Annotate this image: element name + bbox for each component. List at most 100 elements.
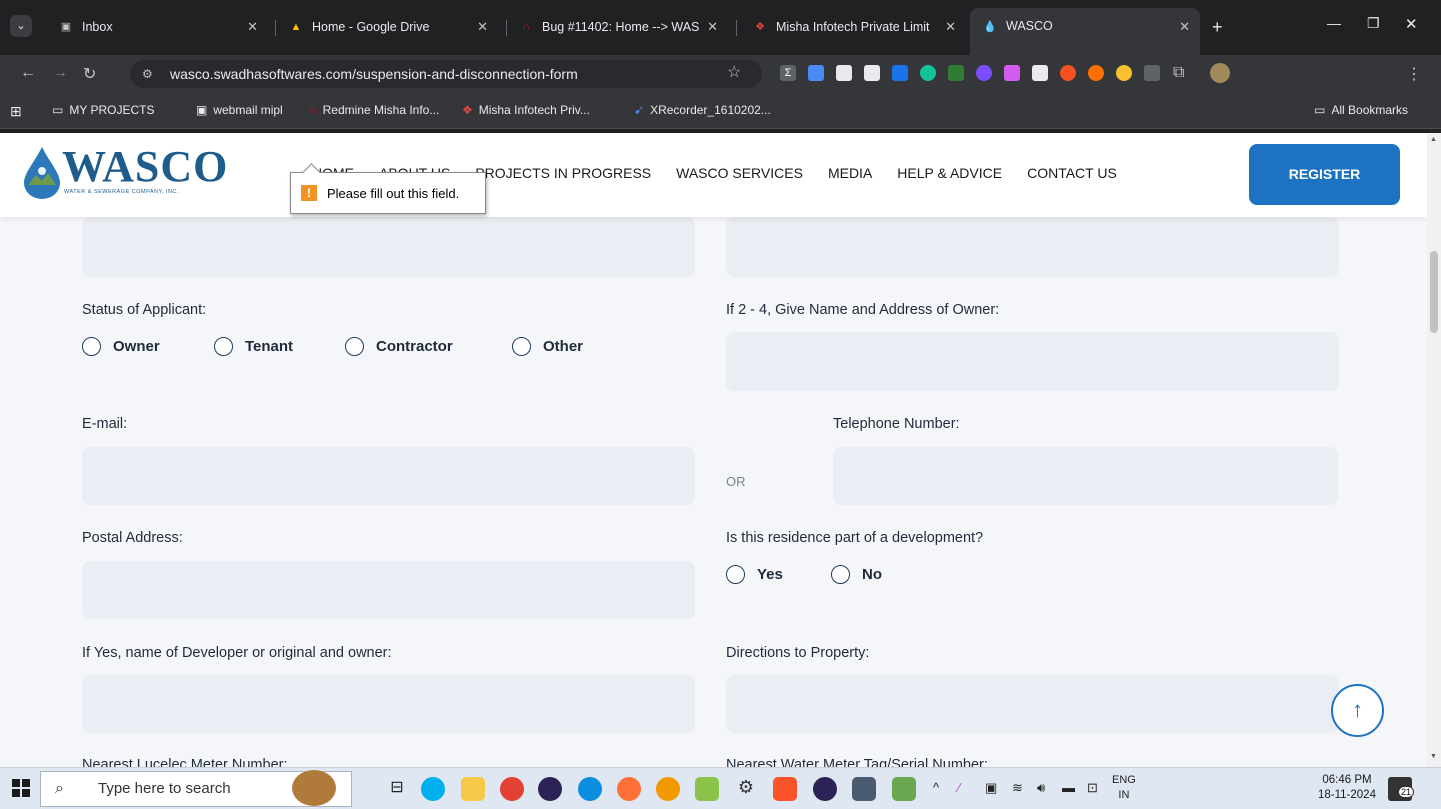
scroll-down-arrow-icon[interactable]: ▼: [1430, 753, 1437, 760]
radio-circle[interactable]: [831, 565, 850, 584]
bookmark-webmail[interactable]: ▣ webmail mipl: [196, 103, 283, 117]
scroll-to-top-button[interactable]: ↑: [1331, 684, 1384, 737]
brave-icon[interactable]: [773, 777, 797, 801]
file-explorer-icon[interactable]: [461, 777, 485, 801]
task-view-icon[interactable]: ⊟: [385, 777, 409, 801]
skype-icon[interactable]: [421, 777, 445, 801]
translate-extension-icon[interactable]: [808, 65, 824, 81]
reload-icon[interactable]: ↻: [83, 64, 96, 84]
radio-contractor[interactable]: Contractor: [345, 337, 453, 356]
scrollbar-thumb[interactable]: [1430, 251, 1438, 333]
phone-field[interactable]: [833, 447, 1338, 505]
menu-kebab-icon[interactable]: ⋮: [1406, 64, 1422, 84]
swirl-extension-icon[interactable]: [1060, 65, 1076, 81]
eclipse-icon[interactable]: [538, 777, 562, 801]
apps-grid-icon[interactable]: ⊞: [10, 103, 22, 120]
owner-field[interactable]: [726, 332, 1339, 391]
scroll-up-arrow-icon[interactable]: ▲: [1430, 136, 1437, 143]
f-extension-icon[interactable]: [892, 65, 908, 81]
tray-app-icon[interactable]: ▣: [985, 780, 997, 796]
volume-icon[interactable]: 🔊︎: [1037, 780, 1045, 796]
notification-center-button[interactable]: 21: [1388, 777, 1415, 801]
food-bowl-icon[interactable]: [292, 770, 336, 806]
battery-icon[interactable]: ▬: [1062, 780, 1075, 795]
directions-field[interactable]: [726, 675, 1339, 733]
n-extension-icon[interactable]: [948, 65, 964, 81]
radio-owner[interactable]: Owner: [82, 337, 160, 356]
restore-button[interactable]: ❐: [1367, 15, 1380, 32]
postal-field[interactable]: [82, 561, 695, 619]
screen-extension-icon[interactable]: [836, 65, 852, 81]
tab-bug[interactable]: ∩ Bug #11402: Home --> WAS ✕: [518, 11, 728, 43]
show-hidden-icons[interactable]: ^: [933, 780, 939, 795]
tab-wasco[interactable]: 💧 WASCO ✕: [970, 8, 1200, 55]
window-extension-icon[interactable]: [864, 65, 880, 81]
radio-circle[interactable]: [345, 337, 364, 356]
tab-inbox[interactable]: ▣ Inbox ✕: [58, 11, 268, 43]
new-tab-button[interactable]: +: [1212, 17, 1223, 38]
radio-no[interactable]: No: [831, 565, 882, 584]
close-icon[interactable]: ✕: [477, 19, 488, 35]
radio-other[interactable]: Other: [512, 337, 583, 356]
nav-services[interactable]: WASCO SERVICES: [676, 165, 803, 181]
wasco-logo[interactable]: WASCO WATER & SEWERAGE COMPANY, INC.: [22, 142, 227, 203]
close-icon[interactable]: ✕: [707, 19, 718, 35]
image-viewer-icon[interactable]: [695, 777, 719, 801]
pen-extension-icon[interactable]: [1004, 65, 1020, 81]
windows-start-icon[interactable]: [12, 779, 30, 797]
nav-contact[interactable]: CONTACT US: [1027, 165, 1117, 181]
email-field[interactable]: [82, 447, 695, 505]
radio-yes[interactable]: Yes: [726, 565, 783, 584]
radio-tenant[interactable]: Tenant: [214, 337, 293, 356]
close-window-button[interactable]: ✕: [1405, 15, 1418, 33]
bookmark-misha[interactable]: ❖ Misha Infotech Priv...: [462, 103, 590, 117]
bookmark-star-icon[interactable]: ☆: [727, 62, 741, 82]
tab-misha[interactable]: ❖ Misha Infotech Private Limit ✕: [752, 11, 966, 43]
tab-search-button[interactable]: ⌄: [10, 15, 32, 37]
system-clock[interactable]: 06:46 PM 18-11-2024: [1318, 773, 1376, 803]
radio-circle[interactable]: [726, 565, 745, 584]
extensions-puzzle-icon[interactable]: ⧉: [1173, 64, 1184, 82]
paint-icon[interactable]: [892, 777, 916, 801]
chrome-icon[interactable]: [500, 777, 524, 801]
minimize-button[interactable]: —: [1327, 15, 1341, 31]
language-indicator[interactable]: ENG IN: [1112, 773, 1136, 803]
grammarly-extension-icon[interactable]: [920, 65, 936, 81]
previous-field-right[interactable]: [726, 217, 1339, 277]
cursor-extension-icon[interactable]: [1032, 65, 1048, 81]
bookmark-xrecorder[interactable]: ➹ XRecorder_1610202...: [634, 103, 771, 117]
face-extension-icon[interactable]: [1116, 65, 1132, 81]
wifi-icon[interactable]: ≋: [1012, 780, 1023, 796]
forward-icon[interactable]: →: [52, 64, 68, 82]
crx-extension-icon[interactable]: [1144, 65, 1160, 81]
page-scrollbar[interactable]: ▲ ▼: [1427, 133, 1441, 767]
nav-media[interactable]: MEDIA: [828, 165, 872, 181]
site-info-icon[interactable]: ⚙: [142, 60, 153, 88]
edge-icon[interactable]: [578, 777, 602, 801]
gear-extension-icon[interactable]: [976, 65, 992, 81]
nav-projects[interactable]: PROJECTS IN PROGRESS: [475, 165, 651, 181]
profile-avatar[interactable]: [1210, 63, 1230, 83]
radio-circle[interactable]: [82, 337, 101, 356]
chrome-canary-icon[interactable]: [656, 777, 680, 801]
bookmark-redmine[interactable]: ∩ Redmine Misha Info...: [308, 103, 439, 117]
all-bookmarks[interactable]: ▭ All Bookmarks: [1314, 103, 1408, 117]
sigma-extension-icon[interactable]: Σ: [780, 65, 796, 81]
register-button[interactable]: REGISTER: [1249, 144, 1400, 205]
url-input[interactable]: ⚙ wasco.swadhasoftwares.com/suspension-a…: [130, 60, 762, 88]
firefox-icon[interactable]: [617, 777, 641, 801]
bookmark-my-projects[interactable]: ▭ MY PROJECTS: [52, 103, 154, 117]
close-icon[interactable]: ✕: [945, 19, 956, 35]
radio-circle[interactable]: [214, 337, 233, 356]
eclipse-ide-icon[interactable]: [813, 777, 837, 801]
settings-gear-icon[interactable]: ⚙: [734, 777, 758, 801]
nav-help[interactable]: HELP & ADVICE: [897, 165, 1002, 181]
developer-field[interactable]: [82, 675, 695, 733]
calculator-icon[interactable]: [852, 777, 876, 801]
radio-circle[interactable]: [512, 337, 531, 356]
input-method-icon[interactable]: ⊡: [1087, 780, 1098, 796]
close-icon[interactable]: ✕: [247, 19, 258, 35]
tab-google-drive[interactable]: ▲ Home - Google Drive ✕: [288, 11, 498, 43]
close-icon[interactable]: ✕: [1179, 19, 1190, 35]
circle-extension-icon[interactable]: [1088, 65, 1104, 81]
